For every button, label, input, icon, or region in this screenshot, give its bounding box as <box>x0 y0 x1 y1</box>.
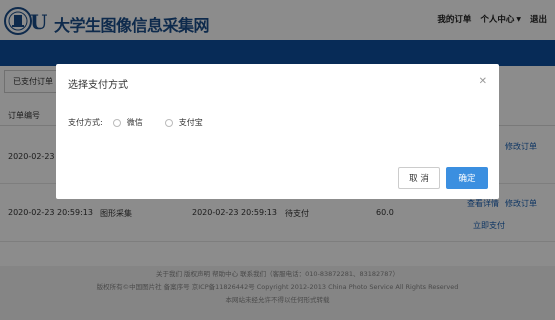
confirm-button[interactable]: 确定 <box>446 167 488 189</box>
payment-radio-group: 微信 支付宝 <box>112 117 203 128</box>
radio-option-alipay[interactable]: 支付宝 <box>164 117 203 128</box>
radio-circle-icon[interactable] <box>164 118 173 127</box>
dialog-title: 选择支付方式 <box>68 80 128 91</box>
radio-circle-icon[interactable] <box>112 118 121 127</box>
option-label-alipay: 支付宝 <box>178 118 203 127</box>
payment-method-dialog: 选择支付方式 ✕ 支付方式: 微信 支付宝 取 消 确定 <box>56 64 499 199</box>
payment-method-label: 支付方式: <box>68 118 103 127</box>
payment-method-row: 支付方式: 微信 支付宝 <box>68 117 203 128</box>
option-label-wechat: 微信 <box>126 118 143 127</box>
radio-option-wechat[interactable]: 微信 <box>112 117 143 128</box>
cancel-button[interactable]: 取 消 <box>398 167 440 189</box>
close-icon[interactable]: ✕ <box>479 76 487 87</box>
